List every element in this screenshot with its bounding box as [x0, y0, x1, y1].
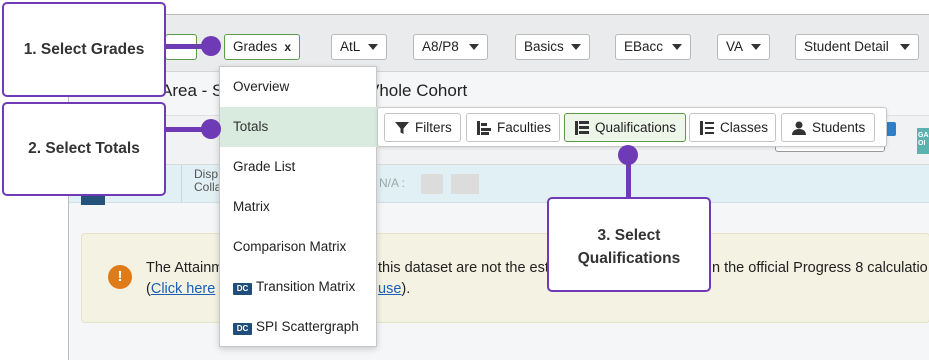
attainment-alert: ! The Attainm this dataset are not the e…: [81, 233, 929, 323]
side-tag: GA OI: [917, 128, 929, 154]
filters-button-label: Filters: [415, 120, 452, 135]
chevron-down-icon: [751, 44, 761, 50]
ebacc-dropdown-label: EBacc: [624, 39, 664, 54]
basics-dropdown[interactable]: Basics: [515, 34, 590, 60]
menu-item-label: Grade List: [233, 159, 296, 174]
page-title: Area - S: [161, 81, 224, 100]
student-detail-dropdown[interactable]: Student Detail: [795, 34, 919, 60]
chevron-down-icon: [571, 44, 581, 50]
display-label-line2: Colla: [194, 180, 222, 194]
callout-select-qualifications: 3. Select Qualifications: [547, 197, 711, 292]
user-icon: [792, 121, 806, 135]
menu-item-label: Overview: [233, 79, 290, 94]
callout-select-grades: 1. Select Grades: [2, 2, 166, 97]
faculties-button[interactable]: Faculties: [466, 113, 560, 142]
alert-link-line-2: use).: [378, 281, 410, 297]
menu-item-label: Comparison Matrix: [233, 239, 347, 254]
dc-badge: DC: [233, 283, 252, 295]
warning-icon: !: [108, 265, 132, 289]
va-dropdown[interactable]: VA: [717, 34, 770, 60]
alert-text-a: The Attainm: [146, 260, 224, 276]
a8p8-dropdown-label: A8/P8: [422, 39, 459, 54]
students-button[interactable]: Students: [781, 113, 875, 142]
a8p8-dropdown[interactable]: A8/P8: [413, 34, 488, 60]
student-detail-dropdown-label: Student Detail: [804, 39, 889, 54]
na-label: N/A :: [379, 176, 406, 190]
basics-dropdown-label: Basics: [524, 39, 564, 54]
chevron-down-icon: [900, 44, 910, 50]
callout-select-grades-text: 1. Select Grades: [23, 41, 145, 58]
menu-item-transition-matrix[interactable]: DC Transition Matrix: [220, 267, 377, 307]
dc-badge: DC: [233, 323, 252, 335]
paren-close: ).: [401, 281, 411, 297]
view-toolbar: Filters Faculties Qualifications Classes…: [377, 107, 887, 147]
na-toggle-1[interactable]: [421, 174, 443, 194]
menu-item-label: SPI Scattergraph: [256, 319, 359, 334]
ebacc-dropdown[interactable]: EBacc: [615, 34, 691, 60]
divider: [181, 165, 182, 203]
callout-2-dot: [201, 119, 221, 139]
qualifications-icon: [575, 121, 589, 135]
atl-dropdown-label: AtL: [340, 39, 361, 54]
callout-1-dot: [201, 36, 221, 56]
menu-item-matrix[interactable]: Matrix: [220, 187, 377, 227]
alert-text-b: this dataset are not the est: [378, 260, 549, 276]
menu-item-label: Transition Matrix: [256, 279, 356, 294]
callout-3-dot: [618, 145, 638, 165]
callout-select-totals: 2. Select Totals: [2, 102, 166, 196]
filter-icon: [395, 122, 409, 134]
qualifications-button-label: Qualifications: [595, 120, 677, 135]
chevron-down-icon: [368, 44, 378, 50]
na-toggle-2[interactable]: [451, 174, 479, 194]
alert-link-line: (Click here: [146, 281, 215, 297]
chevron-down-icon: [469, 44, 479, 50]
classes-button-label: Classes: [720, 120, 769, 135]
classes-icon: [700, 121, 714, 135]
app-window: Grades x AtL A8/P8 Basics EBacc VA Stude…: [68, 14, 929, 360]
clear-icon[interactable]: x: [284, 35, 291, 59]
classes-button[interactable]: Classes: [689, 113, 776, 142]
menu-item-grade-list[interactable]: Grade List: [220, 147, 377, 187]
grades-dropdown-label: Grades: [233, 39, 278, 54]
chevron-down-icon: [672, 44, 682, 50]
use-link[interactable]: use: [378, 281, 401, 297]
faculties-icon: [477, 121, 491, 135]
navy-marker: [81, 195, 105, 205]
callout-select-totals-text: 2. Select Totals: [28, 140, 140, 157]
menu-item-label: Matrix: [233, 199, 270, 214]
menu-item-comparison-matrix[interactable]: Comparison Matrix: [220, 227, 377, 267]
menu-item-label: Totals: [233, 119, 269, 134]
grades-dropdown[interactable]: Grades x: [224, 34, 300, 60]
va-dropdown-label: VA: [726, 39, 744, 54]
info-tag: [886, 122, 896, 136]
students-button-label: Students: [812, 120, 866, 135]
atl-dropdown[interactable]: AtL: [331, 34, 387, 60]
menu-item-overview[interactable]: Overview: [220, 67, 377, 107]
display-strip: Disp Colla N/A :: [69, 165, 929, 205]
callout-select-qualifications-line1: 3. Select: [597, 227, 661, 244]
page-title-continued: Vhole Cohort: [368, 81, 468, 100]
faculties-button-label: Faculties: [497, 120, 552, 135]
filters-button[interactable]: Filters: [384, 113, 461, 142]
callout-select-qualifications-line2: Qualifications: [577, 250, 681, 267]
click-here-link[interactable]: Click here: [151, 281, 215, 297]
display-label: Disp Colla: [194, 168, 221, 194]
menu-item-spi-scattergraph[interactable]: DC SPI Scattergraph: [220, 307, 377, 347]
qualifications-button[interactable]: Qualifications: [564, 113, 686, 142]
grades-menu: Overview Totals Grade List Matrix Compar…: [219, 66, 420, 347]
alert-text-c: n the official Progress 8 calculatio: [712, 260, 928, 276]
